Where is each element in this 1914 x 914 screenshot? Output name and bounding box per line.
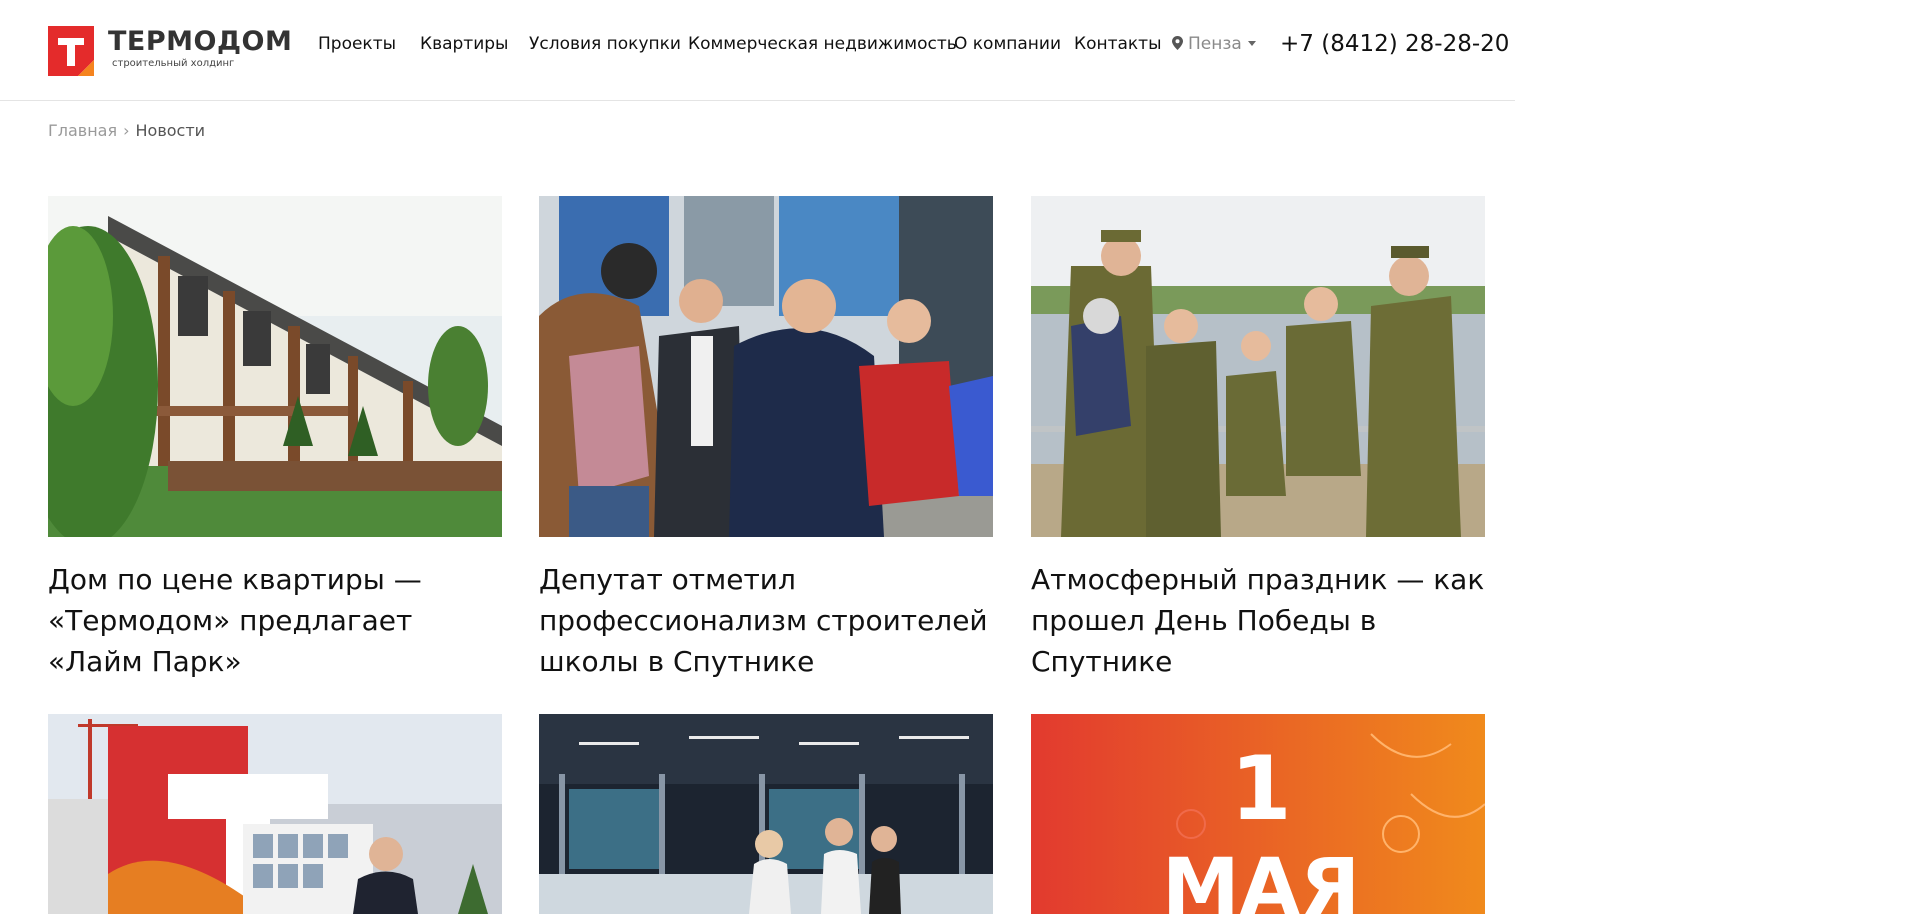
news-image-townhouses[interactable]	[48, 196, 502, 537]
breadcrumb: Главная › Новости	[48, 121, 205, 140]
phone-link[interactable]: +7 (8412) 28-28-20	[1280, 31, 1509, 57]
news-image-officials-visit[interactable]	[539, 196, 993, 537]
news-card[interactable]: Дом по цене квартиры — «Термодом» предла…	[48, 196, 502, 696]
city-label: Пенза	[1188, 34, 1242, 54]
news-card[interactable]: Атмосферный праздник — как прошел День П…	[1031, 196, 1485, 696]
may-day-word: МАЯ	[1162, 843, 1360, 914]
nav-item-contacts[interactable]: Контакты	[1074, 34, 1162, 54]
townhouses-photo	[48, 196, 502, 537]
logo-name: ТЕРМОДОМ	[108, 26, 293, 57]
news-image-may-day[interactable]: 1 МАЯ	[1031, 714, 1485, 914]
nav-item-commercial[interactable]: Коммерческая недвижимость	[688, 34, 957, 54]
nav-item-projects[interactable]: Проекты	[318, 34, 396, 54]
news-card[interactable]	[48, 714, 502, 914]
officials-visit-photo	[539, 196, 993, 537]
nav-item-about[interactable]: О компании	[954, 34, 1061, 54]
may-day-banner: 1 МАЯ	[1031, 714, 1485, 914]
page: ТЕРМОДОМ строительный холдинг Проекты Кв…	[0, 0, 1914, 914]
nav-item-purchase-terms[interactable]: Условия покупки	[529, 34, 681, 54]
showroom-model-photo	[539, 714, 993, 914]
logo-subtitle: строительный холдинг	[112, 58, 235, 69]
location-pin-icon	[1172, 36, 1183, 50]
chevron-down-icon	[1247, 41, 1256, 46]
news-card[interactable]: Депутат отметил профессионализм строител…	[539, 196, 993, 696]
news-card[interactable]: 1 МАЯ	[1031, 714, 1485, 914]
news-image-victory-day[interactable]	[1031, 196, 1485, 537]
site-header: ТЕРМОДОМ строительный холдинг Проекты Кв…	[0, 0, 1515, 101]
news-title[interactable]: Депутат отметил профессионализм строител…	[539, 559, 993, 682]
victory-day-family-photo	[1031, 196, 1485, 537]
news-card[interactable]	[539, 714, 993, 914]
logo-link[interactable]: ТЕРМОДОМ строительный холдинг	[48, 26, 292, 78]
termodom-stand-interview-photo	[48, 714, 502, 914]
news-image-showroom[interactable]	[539, 714, 993, 914]
termodom-logo-icon	[48, 26, 94, 76]
nav-item-apartments[interactable]: Квартиры	[420, 34, 508, 54]
breadcrumb-separator: ›	[123, 121, 130, 140]
news-title[interactable]: Дом по цене квартиры — «Термодом» предла…	[48, 559, 502, 682]
city-selector[interactable]: Пенза	[1172, 34, 1256, 54]
may-day-number: 1	[1230, 737, 1291, 840]
breadcrumb-current: Новости	[135, 121, 206, 140]
news-image-stand-interview[interactable]	[48, 714, 502, 914]
news-title[interactable]: Атмосферный праздник — как прошел День П…	[1031, 559, 1485, 682]
breadcrumb-home[interactable]: Главная	[48, 121, 117, 140]
